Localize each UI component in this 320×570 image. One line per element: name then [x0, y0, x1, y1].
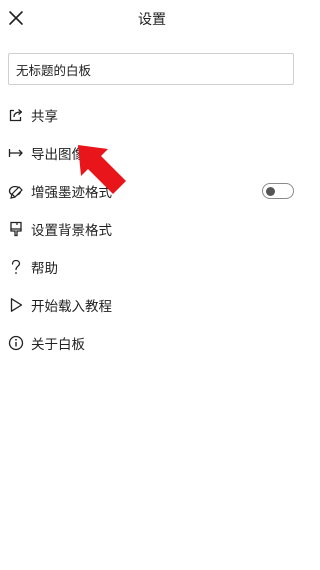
menu-label-share: 共享: [31, 109, 58, 125]
brush-icon: [8, 221, 24, 237]
export-icon: [8, 145, 24, 161]
enhance-ink-toggle[interactable]: [262, 183, 294, 199]
menu-label-start-tutorial: 开始载入教程: [31, 299, 112, 315]
menu-item-start-tutorial[interactable]: 开始载入教程: [0, 290, 304, 320]
menu-item-enhance-ink[interactable]: 增强墨迹格式: [0, 176, 304, 206]
share-icon: [8, 107, 24, 123]
ink-enhance-icon: [8, 183, 24, 199]
play-icon: [8, 297, 24, 313]
menu-item-share[interactable]: 共享: [0, 100, 304, 130]
menu-label-background-format: 设置背景格式: [31, 223, 112, 239]
menu-label-export-image: 导出图像: [31, 147, 85, 163]
info-icon: [8, 335, 24, 351]
menu-label-help: 帮助: [31, 261, 58, 277]
board-title-input[interactable]: [8, 53, 294, 85]
menu-label-enhance-ink: 增强墨迹格式: [31, 185, 112, 201]
page-title: 设置: [138, 12, 166, 28]
toggle-knob: [266, 186, 275, 196]
menu-item-help[interactable]: 帮助: [0, 252, 304, 282]
menu-item-background-format[interactable]: 设置背景格式: [0, 214, 304, 244]
menu-item-about[interactable]: 关于白板: [0, 328, 304, 358]
menu-label-about: 关于白板: [31, 337, 85, 353]
header: 设置: [0, 0, 304, 38]
settings-screen: 设置 共享 导出图像: [0, 0, 304, 570]
question-icon: [8, 259, 24, 275]
menu-item-export-image[interactable]: 导出图像: [0, 138, 304, 168]
